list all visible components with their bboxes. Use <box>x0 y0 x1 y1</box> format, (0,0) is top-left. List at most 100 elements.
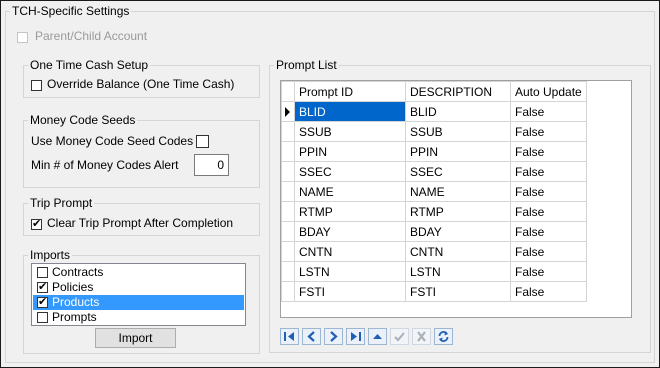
prev-record-icon <box>307 331 315 342</box>
insert-record-button[interactable] <box>368 328 387 345</box>
section-title: TCH-Specific Settings <box>12 4 130 18</box>
cancel-edit-icon <box>417 331 426 342</box>
use-seed-box[interactable] <box>196 135 209 149</box>
table-row[interactable]: CNTN CNTN False <box>281 241 587 262</box>
cell-prompt-id[interactable]: SSEC <box>294 161 406 182</box>
prompt-grid[interactable]: Prompt ID DESCRIPTION Auto Update BLID BL… <box>280 80 632 318</box>
use-seed-checkbox[interactable] <box>196 134 209 149</box>
import-item-prompts[interactable]: Prompts <box>33 310 244 325</box>
policies-checkbox[interactable]: ✔ <box>37 281 48 294</box>
cell-auto-update[interactable]: False <box>510 141 587 162</box>
row-indicator[interactable] <box>281 241 295 262</box>
cell-prompt-id[interactable]: RTMP <box>294 201 406 222</box>
row-indicator[interactable] <box>281 121 295 142</box>
cell-description[interactable]: SSEC <box>405 161 511 182</box>
import-item-policies[interactable]: ✔ Policies <box>33 280 244 295</box>
cell-description[interactable]: NAME <box>405 181 511 202</box>
table-row[interactable]: NAME NAME False <box>281 181 587 202</box>
cell-auto-update[interactable]: False <box>510 221 587 242</box>
last-record-icon <box>351 332 361 341</box>
cell-prompt-id[interactable]: PPIN <box>294 141 406 162</box>
check-icon: ✔ <box>38 296 48 309</box>
cell-description[interactable]: PPIN <box>405 141 511 162</box>
prompts-label: Prompts <box>52 310 97 324</box>
cell-auto-update[interactable]: False <box>510 201 587 222</box>
refresh-button[interactable] <box>434 328 453 345</box>
cell-auto-update[interactable]: False <box>510 121 587 142</box>
prev-record-button[interactable] <box>302 328 321 345</box>
cell-auto-update[interactable]: False <box>510 161 587 182</box>
check-icon: ✔ <box>32 218 42 231</box>
last-record-button[interactable] <box>346 328 365 345</box>
refresh-icon <box>438 331 449 342</box>
cell-prompt-id[interactable]: FSTI <box>294 281 406 302</box>
table-row[interactable]: LSTN LSTN False <box>281 261 587 282</box>
row-indicator[interactable] <box>281 181 295 202</box>
row-indicator[interactable] <box>281 201 295 222</box>
clear-trip-prompt-box[interactable]: ✔ <box>31 218 42 231</box>
row-indicator[interactable] <box>281 221 295 242</box>
override-balance-box[interactable] <box>31 80 42 92</box>
table-row[interactable]: FSTI FSTI False <box>281 281 587 302</box>
clear-trip-prompt-checkbox[interactable]: ✔ <box>31 217 42 231</box>
column-header-description[interactable]: DESCRIPTION <box>405 81 511 102</box>
cell-prompt-id[interactable]: SSUB <box>294 121 406 142</box>
parent-child-box[interactable] <box>17 32 28 44</box>
cell-description[interactable]: BDAY <box>405 221 511 242</box>
cell-description[interactable]: SSUB <box>405 121 511 142</box>
table-row[interactable]: SSEC SSEC False <box>281 161 587 182</box>
override-balance-checkbox[interactable] <box>31 78 42 92</box>
row-indicator[interactable] <box>281 281 295 302</box>
column-header-prompt-id[interactable]: Prompt ID <box>294 81 406 102</box>
cell-prompt-id[interactable]: LSTN <box>294 261 406 282</box>
cell-description[interactable]: CNTN <box>405 241 511 262</box>
prompt-list-title: Prompt List <box>276 58 337 72</box>
row-indicator[interactable] <box>281 261 295 282</box>
first-record-icon <box>284 332 294 341</box>
cell-description[interactable]: RTMP <box>405 201 511 222</box>
table-row[interactable]: PPIN PPIN False <box>281 141 587 162</box>
cell-auto-update[interactable]: False <box>510 241 587 262</box>
min-money-codes-input[interactable]: 0 <box>194 154 229 176</box>
row-indicator[interactable] <box>281 161 295 182</box>
cell-prompt-id[interactable]: CNTN <box>294 241 406 262</box>
cell-auto-update[interactable]: False <box>510 281 587 302</box>
table-row[interactable]: RTMP RTMP False <box>281 201 587 222</box>
row-indicator[interactable] <box>281 101 295 122</box>
cancel-edit-button[interactable] <box>412 328 431 345</box>
trip-prompt-title: Trip Prompt <box>30 196 93 210</box>
parent-child-label: Parent/Child Account <box>35 29 148 43</box>
import-button[interactable]: Import <box>95 328 176 348</box>
import-item-products[interactable]: ✔ Products <box>33 295 244 310</box>
column-header-auto-update[interactable]: Auto Update <box>510 81 587 102</box>
contracts-checkbox[interactable] <box>37 267 48 279</box>
table-row[interactable]: BLID BLID False <box>281 101 587 122</box>
cell-prompt-id[interactable]: BLID <box>294 101 406 122</box>
check-icon: ✔ <box>38 281 48 294</box>
table-row[interactable]: SSUB SSUB False <box>281 121 587 142</box>
products-label: Products <box>52 295 100 309</box>
parent-child-checkbox[interactable] <box>17 30 28 44</box>
next-record-button[interactable] <box>324 328 343 345</box>
imports-list[interactable]: Contracts ✔ Policies ✔ Products Prompts <box>31 263 246 326</box>
cell-prompt-id[interactable]: NAME <box>294 181 406 202</box>
cell-description[interactable]: LSTN <box>405 261 511 282</box>
insert-record-icon <box>373 334 382 339</box>
cell-description[interactable]: FSTI <box>405 281 511 302</box>
products-checkbox[interactable]: ✔ <box>37 296 48 309</box>
prompts-checkbox[interactable] <box>37 312 48 324</box>
cell-auto-update[interactable]: False <box>510 181 587 202</box>
one-time-cash-title: One Time Cash Setup <box>30 58 149 72</box>
cell-auto-update[interactable]: False <box>510 261 587 282</box>
table-row[interactable]: BDAY BDAY False <box>281 221 587 242</box>
cell-prompt-id[interactable]: BDAY <box>294 221 406 242</box>
cell-auto-update[interactable]: False <box>510 101 587 122</box>
import-item-contracts[interactable]: Contracts <box>33 265 244 280</box>
row-indicator[interactable] <box>281 141 295 162</box>
first-record-button[interactable] <box>280 328 299 345</box>
cell-description[interactable]: BLID <box>405 101 511 122</box>
post-edit-button[interactable] <box>390 328 409 345</box>
indicator-header <box>281 81 295 102</box>
next-record-icon <box>330 331 338 342</box>
money-code-title: Money Code Seeds <box>30 113 136 127</box>
